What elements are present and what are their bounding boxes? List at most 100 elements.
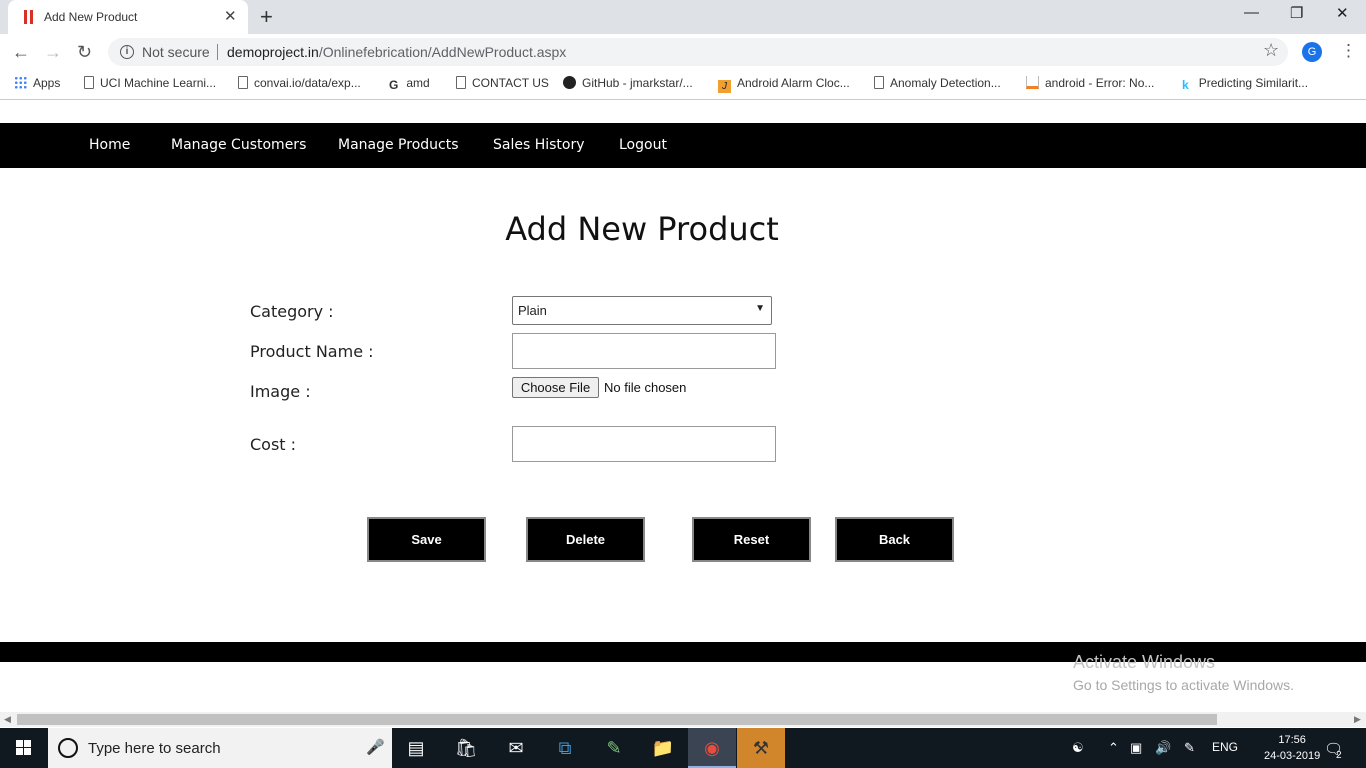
url-host: demoproject.in <box>227 44 319 60</box>
tab-title: Add New Product <box>44 10 138 24</box>
minimize-icon[interactable]: — <box>1244 4 1259 21</box>
people-icon[interactable]: ☯ <box>1072 740 1084 756</box>
nav-sales-history-link[interactable]: Sales History <box>493 137 585 153</box>
bookmark-item[interactable]: android - Error: No... <box>1026 76 1154 90</box>
image-label: Image : <box>250 382 311 401</box>
cost-input[interactable] <box>512 426 776 462</box>
windows-start-icon[interactable] <box>16 740 32 756</box>
delete-button[interactable]: Delete <box>526 517 645 562</box>
url-text[interactable]: demoproject.in/Onlinefebrication/AddNewP… <box>227 44 566 60</box>
bookmark-label: Apps <box>33 76 61 90</box>
visual-studio-tools-icon[interactable]: ⚒ <box>737 728 785 768</box>
reset-button[interactable]: Reset <box>692 517 811 562</box>
nav-logout-link[interactable]: Logout <box>619 137 667 153</box>
clock-time: 17:56 <box>1278 734 1306 746</box>
mail-icon[interactable]: ✉ <box>492 728 540 768</box>
activate-windows-subtitle: Go to Settings to activate Windows. <box>1073 677 1294 693</box>
back-arrow-icon[interactable]: ← <box>12 42 30 63</box>
bookmark-label: convai.io/data/exp... <box>254 76 361 90</box>
browser-menu-icon[interactable]: ⋮ <box>1340 41 1357 61</box>
system-clock[interactable]: 17:56 24-03-2019 <box>1264 732 1320 764</box>
product-name-label: Product Name : <box>250 342 374 361</box>
nav-home-link[interactable]: Home <box>89 137 130 153</box>
restore-icon[interactable]: ❐ <box>1290 4 1303 22</box>
omnibox-divider <box>217 44 218 60</box>
window-close-icon[interactable]: ✕ <box>1336 4 1349 22</box>
browser-tab[interactable]: Add New Product ✕ <box>8 0 248 34</box>
language-indicator[interactable]: ENG <box>1212 740 1238 754</box>
scrollbar-thumb[interactable] <box>17 714 1217 725</box>
volume-icon[interactable]: 🔊 <box>1155 740 1171 756</box>
windows-taskbar: Type here to search 🎤 ▤ 🛍 ✉ ⧉ ✎ 📁 ◉ ⚒ ☯ … <box>0 728 1366 768</box>
bookmark-label: android - Error: No... <box>1045 76 1155 90</box>
page-title: Add New Product <box>505 210 779 248</box>
horizontal-scrollbar[interactable]: ◀ ▶ <box>0 712 1366 727</box>
security-status[interactable]: Not secure <box>142 44 210 60</box>
save-button[interactable]: Save <box>367 517 486 562</box>
address-toolbar: ← → ↻ i Not secure demoproject.in/Online… <box>0 34 1366 70</box>
new-tab-icon[interactable]: + <box>260 4 273 30</box>
cost-label: Cost : <box>250 435 297 454</box>
taskbar-search-placeholder: Type here to search <box>88 740 221 757</box>
task-view-icon[interactable]: ▤ <box>392 728 440 768</box>
page-icon <box>456 76 466 89</box>
file-explorer-icon[interactable]: 📁 <box>639 728 687 768</box>
dropdown-arrow-icon: ▼ <box>755 303 765 314</box>
notepad-icon[interactable]: ✎ <box>590 728 638 768</box>
category-select[interactable]: Plain ▼ <box>512 296 772 325</box>
bookmark-label: CONTACT US <box>472 76 549 90</box>
network-icon[interactable]: ▣ <box>1130 740 1142 756</box>
bookmark-item[interactable]: GitHub - jmarkstar/... <box>563 76 693 90</box>
show-hidden-icons-icon[interactable]: ⌃ <box>1108 740 1119 756</box>
profile-avatar[interactable]: G <box>1302 42 1322 62</box>
bookmark-item[interactable]: CONTACT US <box>456 76 549 90</box>
forward-arrow-icon[interactable]: → <box>44 42 62 63</box>
browser-tab-strip: Add New Product ✕ + — ❐ ✕ <box>0 0 1366 34</box>
nav-manage-products-link[interactable]: Manage Products <box>338 137 459 153</box>
bookmark-item[interactable]: Anomaly Detection... <box>874 76 1001 90</box>
file-status-text: No file chosen <box>604 380 687 395</box>
bookmark-item[interactable]: UCI Machine Learni... <box>84 76 216 90</box>
bookmark-label: Android Alarm Cloc... <box>737 76 850 90</box>
site-nav-bar: Home Manage Customers Manage Products Sa… <box>0 123 1366 168</box>
chrome-icon[interactable]: ◉ <box>688 728 736 768</box>
microphone-icon[interactable]: 🎤 <box>366 738 385 756</box>
taskbar-search-box[interactable]: Type here to search 🎤 <box>48 728 392 768</box>
address-bar[interactable]: i Not secure demoproject.in/Onlinefebric… <box>108 38 1288 66</box>
close-tab-icon[interactable]: ✕ <box>224 7 237 25</box>
bookmark-item[interactable]: J Android Alarm Cloc... <box>718 76 850 93</box>
bookmark-label: amd <box>406 76 430 90</box>
k-logo-icon: k <box>1182 78 1189 92</box>
back-button[interactable]: Back <box>835 517 954 562</box>
bookmark-label: GitHub - jmarkstar/... <box>582 76 693 90</box>
bookmark-item[interactable]: Apps <box>14 76 60 90</box>
store-icon[interactable]: 🛍 <box>442 728 490 768</box>
bookmark-item[interactable]: convai.io/data/exp... <box>238 76 361 90</box>
vscode-icon[interactable]: ⧉ <box>541 728 589 768</box>
reload-icon[interactable]: ↻ <box>77 42 92 63</box>
scroll-left-icon[interactable]: ◀ <box>4 714 11 725</box>
clock-date: 24-03-2019 <box>1264 750 1321 762</box>
bookmark-star-icon[interactable]: ☆ <box>1263 40 1279 61</box>
bookmarks-bar: Apps UCI Machine Learni... convai.io/dat… <box>0 70 1366 100</box>
nav-manage-customers-link[interactable]: Manage Customers <box>171 137 306 153</box>
info-icon[interactable]: i <box>120 45 134 59</box>
page-icon <box>874 76 884 89</box>
category-label: Category : <box>250 302 334 321</box>
bookmark-label: UCI Machine Learni... <box>100 76 217 90</box>
site-favicon-icon <box>24 10 34 24</box>
j-logo-icon: J <box>718 80 731 93</box>
bookmark-item[interactable]: Gamd <box>389 76 430 92</box>
activate-windows-title: Activate Windows <box>1073 652 1216 672</box>
g-logo-icon: G <box>389 78 399 92</box>
scroll-right-icon[interactable]: ▶ <box>1354 714 1361 725</box>
bookmark-item[interactable]: k Predicting Similarit... <box>1182 76 1309 92</box>
notification-count: 2 <box>1336 750 1342 761</box>
page-icon <box>84 76 94 89</box>
product-name-input[interactable] <box>512 333 776 369</box>
category-selected-value: Plain <box>518 303 547 318</box>
bookmark-label: Predicting Similarit... <box>1198 76 1309 90</box>
pen-icon[interactable]: ✎ <box>1184 740 1195 756</box>
github-icon <box>563 76 576 89</box>
choose-file-button[interactable]: Choose File <box>512 377 599 398</box>
